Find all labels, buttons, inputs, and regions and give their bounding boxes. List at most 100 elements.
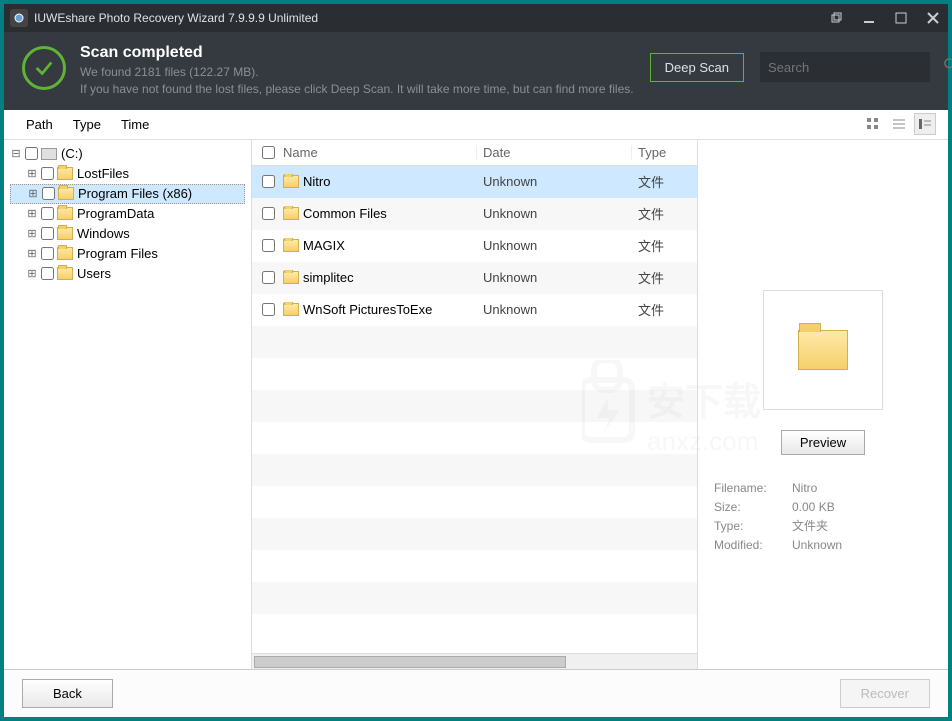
expand-icon[interactable]: ⊞	[26, 247, 38, 260]
preview-panel: Preview Filename:Nitro Size:0.00 KB Type…	[698, 140, 948, 669]
file-type: 文件	[632, 236, 697, 255]
select-all-checkbox[interactable]	[262, 146, 275, 159]
empty-row	[252, 454, 697, 486]
tree-item[interactable]: ⊞LostFiles	[10, 164, 245, 184]
deep-scan-button[interactable]: Deep Scan	[650, 53, 744, 82]
col-date-header[interactable]: Date	[477, 145, 632, 160]
scrollbar-thumb[interactable]	[254, 656, 566, 668]
tree-item[interactable]: ⊞ Program Files	[10, 244, 245, 264]
close-icon[interactable]	[924, 9, 942, 27]
view-details-icon[interactable]	[914, 113, 936, 135]
empty-row	[252, 326, 697, 358]
empty-row	[252, 550, 697, 582]
tree-item-label: Program Files (x86)	[78, 186, 192, 201]
tab-path[interactable]: Path	[16, 111, 63, 138]
expand-icon[interactable]: ⊞	[26, 207, 38, 220]
meta-size-val: 0.00 KB	[792, 498, 835, 517]
recover-button[interactable]: Recover	[840, 679, 930, 708]
row-checkbox[interactable]	[262, 239, 275, 252]
file-row[interactable]: simplitecUnknown文件	[252, 262, 697, 294]
tree-item-label: Users	[77, 266, 111, 281]
empty-row	[252, 614, 697, 646]
folder-icon	[58, 187, 74, 200]
empty-row	[252, 422, 697, 454]
expand-icon[interactable]: ⊞	[26, 167, 38, 180]
horizontal-scrollbar[interactable]	[252, 653, 697, 669]
folder-icon	[283, 175, 299, 188]
restore-icon[interactable]	[828, 9, 846, 27]
folder-icon	[57, 167, 73, 180]
tree-item[interactable]: ⊞ Program Files (x86)	[10, 184, 245, 204]
meta-filename-val: Nitro	[792, 479, 817, 498]
back-button[interactable]: Back	[22, 679, 113, 708]
expand-icon[interactable]: ⊞	[27, 187, 39, 200]
file-name: simplitec	[303, 270, 354, 285]
search-box[interactable]	[760, 52, 930, 82]
row-checkbox[interactable]	[262, 303, 275, 316]
tree-root-label: (C:)	[61, 146, 83, 161]
file-row[interactable]: Nitro Unknown文件	[252, 166, 697, 198]
row-checkbox[interactable]	[262, 207, 275, 220]
tree-checkbox[interactable]	[25, 147, 38, 160]
file-date: Unknown	[477, 302, 632, 317]
drive-icon	[41, 148, 57, 160]
collapse-icon[interactable]: ⊟	[10, 147, 22, 160]
col-type-header[interactable]: Type	[632, 145, 697, 160]
preview-button[interactable]: Preview	[781, 430, 865, 455]
folder-icon	[798, 330, 848, 370]
file-date: Unknown	[477, 238, 632, 253]
empty-row	[252, 582, 697, 614]
body-area: ⊟ (C:) ⊞LostFiles⊞Program Files (x86)⊞Pr…	[4, 140, 948, 669]
status-subtitle-1: We found 2181 files (122.27 MB).	[80, 64, 650, 81]
tree-checkbox[interactable]	[41, 207, 54, 220]
success-check-icon	[22, 46, 66, 90]
file-row[interactable]: WnSoft PicturesToExeUnknown文件	[252, 294, 697, 326]
tree-checkbox[interactable]	[41, 267, 54, 280]
expand-icon[interactable]: ⊞	[26, 267, 38, 280]
file-name: Common Files	[303, 206, 387, 221]
view-grid-icon[interactable]	[862, 113, 884, 135]
meta-modified-val: Unknown	[792, 536, 842, 555]
folder-icon	[283, 303, 299, 316]
tree-item[interactable]: ⊞ ProgramData	[10, 204, 245, 224]
folder-icon	[283, 207, 299, 220]
tree-item-label: Program Files	[77, 246, 158, 261]
tab-type[interactable]: Type	[63, 111, 111, 138]
tree-item-label: ProgramData	[77, 206, 154, 221]
tree-item[interactable]: ⊞ Users	[10, 264, 245, 284]
status-title: Scan completed	[80, 44, 650, 62]
folder-icon	[57, 247, 73, 260]
tab-time[interactable]: Time	[111, 111, 159, 138]
search-input[interactable]	[768, 60, 944, 75]
row-checkbox[interactable]	[262, 271, 275, 284]
file-date: Unknown	[477, 174, 632, 189]
tree-checkbox[interactable]	[41, 167, 54, 180]
empty-row	[252, 486, 697, 518]
expand-icon[interactable]: ⊞	[26, 227, 38, 240]
folder-icon	[283, 239, 299, 252]
preview-thumbnail	[763, 290, 883, 410]
tree-checkbox[interactable]	[41, 247, 54, 260]
view-list-icon[interactable]	[888, 113, 910, 135]
file-row[interactable]: MAGIXUnknown文件	[252, 230, 697, 262]
file-name: Nitro	[303, 174, 330, 189]
row-checkbox[interactable]	[262, 175, 275, 188]
file-type: 文件	[632, 172, 697, 191]
file-row[interactable]: Common FilesUnknown文件	[252, 198, 697, 230]
tree-checkbox[interactable]	[42, 187, 55, 200]
folder-icon	[57, 207, 73, 220]
col-name-header[interactable]: Name	[252, 145, 477, 160]
tree-checkbox[interactable]	[41, 227, 54, 240]
status-header: Scan completed We found 2181 files (122.…	[4, 32, 948, 110]
status-subtitle-2: If you have not found the lost files, pl…	[80, 81, 650, 98]
file-name: WnSoft PicturesToExe	[303, 302, 432, 317]
tree-item[interactable]: ⊞Windows	[10, 224, 245, 244]
tree-root[interactable]: ⊟ (C:)	[10, 144, 245, 164]
minimize-icon[interactable]	[860, 9, 878, 27]
app-window: IUWEshare Photo Recovery Wizard 7.9.9.9 …	[4, 4, 948, 717]
file-date: Unknown	[477, 270, 632, 285]
search-icon[interactable]	[944, 58, 952, 77]
file-list[interactable]: NitroUnknown文件Common FilesUnknown文件MAGIX…	[252, 166, 697, 653]
maximize-icon[interactable]	[892, 9, 910, 27]
folder-tree[interactable]: ⊟ (C:) ⊞LostFiles⊞Program Files (x86)⊞Pr…	[4, 140, 252, 669]
